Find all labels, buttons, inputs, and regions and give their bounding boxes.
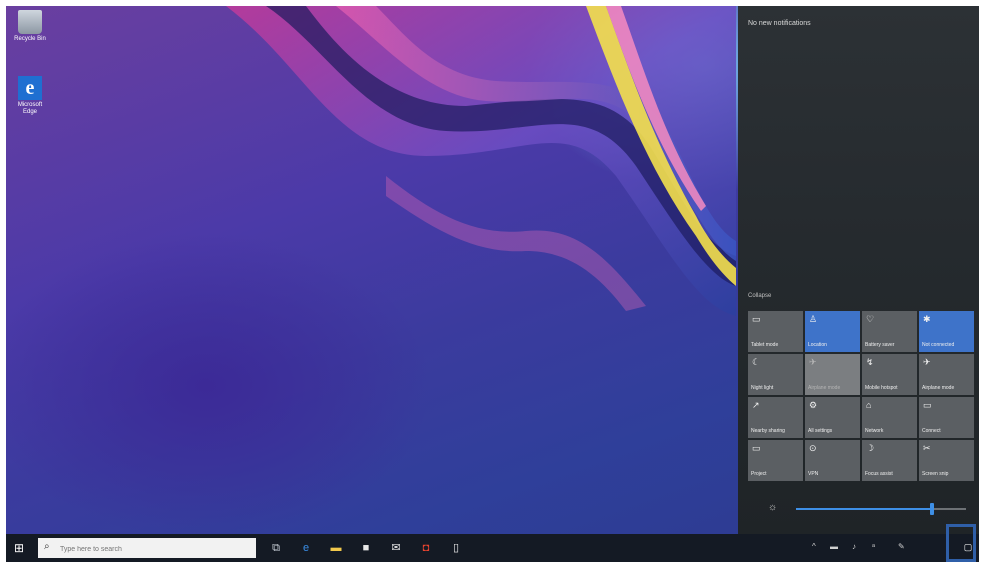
task-view-icon: ⧉ [272,542,280,554]
quick-action-label: Battery saver [865,342,895,348]
quick-action-label: Project [751,471,767,477]
quick-action-label: All settings [808,428,833,434]
airplane-mode-icon: ✈ [923,357,931,367]
quick-action-label: VPN [808,471,819,477]
quick-action-tile[interactable]: ✈ Airplane mode [805,354,860,395]
edge-shortcut[interactable]: e Microsoft Edge [12,76,48,116]
vpn-icon: ⊙ [809,443,817,453]
action-center-panel: No new notifications Collapse ▭ Tablet mo… [738,6,979,534]
mail-icon: ✉ [391,542,401,554]
taskbar-app-samsung-app[interactable]: ◘ [418,540,434,556]
tablet-mode-icon: ▭ [752,314,761,324]
focus-assist-icon: ☽ [866,443,875,453]
battery-icon[interactable]: ▬ [830,542,838,551]
quick-action-label: Connect [922,428,941,434]
project-icon: ▭ [752,443,761,453]
quick-action-label: Airplane mode [808,385,841,391]
airplane-icon: ✈ [809,357,817,367]
tablet-app-icon: ▯ [452,542,460,554]
quick-action-tile[interactable]: ⚙ All settings [805,397,860,438]
quick-action-tile[interactable]: ✂ Screen snip [919,440,974,481]
settings-icon: ⚙ [809,400,818,410]
collapse-link[interactable]: Collapse [748,293,771,299]
search-box[interactable]: ⌕ [38,538,256,558]
quick-action-tile[interactable]: ☾ Night light [748,354,803,395]
brightness-slider[interactable] [796,503,966,515]
wifi-icon[interactable]: ♪ [852,542,856,551]
taskbar-app-file-explorer[interactable]: ▬ [328,540,344,556]
recycle-bin-label: Recycle Bin [14,36,46,42]
quick-action-label: Night light [751,385,774,391]
start-button[interactable]: ⊞ [14,541,28,555]
brightness-icon: ☼ [768,502,778,513]
night-light-icon: ☾ [752,357,761,367]
quick-action-tile[interactable]: ▭ Connect [919,397,974,438]
brightness-slider-thumb[interactable] [930,503,934,515]
taskbar-app-store[interactable]: ■ [358,540,374,556]
edge-icon: e [18,76,42,100]
highlight-box [946,524,976,562]
quick-action-tile[interactable]: ↗ Nearby sharing [748,397,803,438]
quick-action-tile[interactable]: ⊙ VPN [805,440,860,481]
recycle-bin-shortcut[interactable]: Recycle Bin [12,10,48,43]
screen: Recycle Bin e Microsoft Edge No new noti… [6,6,979,562]
chevron-up-icon[interactable]: ^ [812,542,816,551]
quick-action-label: Focus assist [865,471,893,477]
quick-action-tile[interactable]: ▭ Tablet mode [748,311,803,352]
quick-action-label: Not connected [922,342,955,348]
no-notifications-text: No new notifications [748,20,811,27]
quick-actions-grid: ▭ Tablet mode ♙ Location ♡ Battery saver ✱ Not … [748,311,979,481]
quick-action-tile[interactable]: ✈ Airplane mode [919,354,974,395]
taskbar-app-edge[interactable]: e [298,540,314,556]
nearby-sharing-icon: ↗ [752,400,760,410]
pen-icon[interactable]: ✎ [898,542,905,551]
edge-icon: e [302,542,310,554]
quick-action-tile[interactable]: ⌂ Network [862,397,917,438]
connect-icon: ▭ [923,400,932,410]
quick-action-label: Network [865,428,884,434]
taskbar: ⊞ ⌕ ⧉e▬■✉◘▯ ^ ▬ ♪ ᵃ ✎ ▢ [6,534,979,562]
mobile-hotspot-icon: ↯ [866,357,874,367]
quick-action-tile[interactable]: ♡ Battery saver [862,311,917,352]
quick-action-label: Screen snip [922,471,949,477]
brightness-slider-fill [796,508,932,510]
language-icon[interactable]: ᵃ [872,542,875,551]
store-icon: ■ [362,542,370,554]
clock-time [916,539,944,546]
clock-date [916,546,944,553]
windows-logo-icon: ⊞ [14,541,25,555]
location-icon: ♙ [809,314,818,324]
taskbar-app-tablet-app[interactable]: ▯ [448,540,464,556]
quick-action-tile[interactable]: ↯ Mobile hotspot [862,354,917,395]
quick-action-tile[interactable]: ♙ Location [805,311,860,352]
app-icon: ◘ [422,542,430,554]
quick-action-tile[interactable]: ✱ Not connected [919,311,974,352]
quick-action-label: Mobile hotspot [865,385,898,391]
quick-action-label: Nearby sharing [751,428,785,434]
folder-icon: ▬ [330,542,342,554]
taskbar-app-mail[interactable]: ✉ [388,540,404,556]
quick-action-label: Location [808,342,827,348]
battery-saver-icon: ♡ [866,314,875,324]
network-icon: ⌂ [866,400,872,410]
edge-shortcut-label: Microsoft Edge [17,102,43,115]
recycle-bin-icon [18,10,42,34]
quick-action-tile[interactable]: ▭ Project [748,440,803,481]
bluetooth-icon: ✱ [923,314,931,324]
quick-action-label: Tablet mode [751,342,779,348]
quick-action-tile[interactable]: ☽ Focus assist [862,440,917,481]
screen-snip-icon: ✂ [923,443,931,453]
clock[interactable] [916,539,944,553]
quick-action-label: Airplane mode [922,385,955,391]
search-input[interactable] [58,541,252,557]
taskbar-app-task-view[interactable]: ⧉ [268,540,284,556]
search-icon: ⌕ [44,541,50,552]
